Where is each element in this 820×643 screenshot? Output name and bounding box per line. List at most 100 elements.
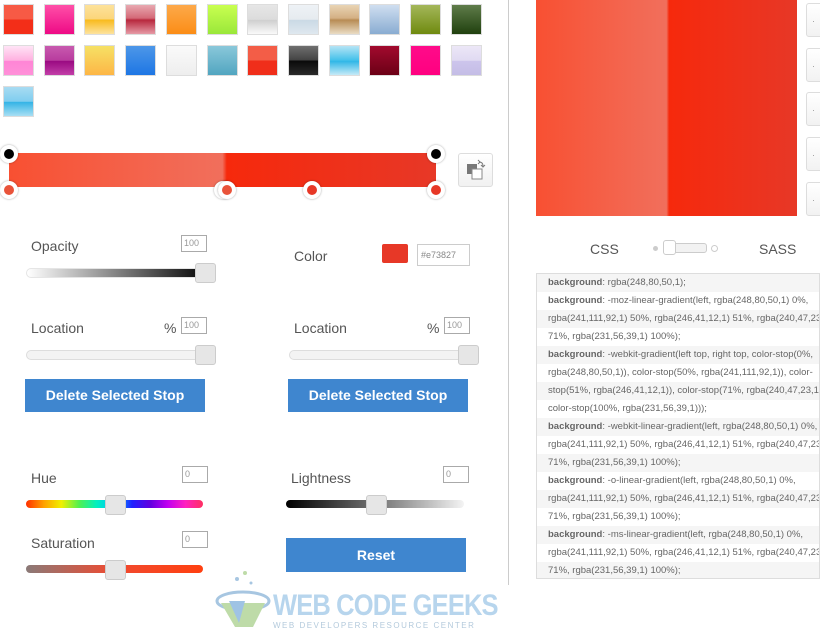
watermark-subtitle: WEB DEVELOPERS RESOURCE CENTER bbox=[273, 621, 476, 630]
preset-red-glossy[interactable] bbox=[3, 4, 34, 35]
color-stop-dot bbox=[4, 185, 14, 195]
code-property: background bbox=[548, 475, 603, 486]
code-line: color-stop(100%, rgba(231,56,39,1))); bbox=[537, 400, 819, 418]
preset-red-split[interactable] bbox=[247, 45, 279, 76]
code-property: background bbox=[548, 295, 603, 306]
preset-olive[interactable] bbox=[410, 4, 441, 35]
preset-hot-pink[interactable] bbox=[410, 45, 441, 76]
code-value: rgba(241,111,92,1) 50%, rgba(246,41,12,1… bbox=[548, 547, 820, 558]
opacity-slider[interactable] bbox=[26, 268, 211, 278]
lightness-value-input[interactable]: 0 bbox=[443, 466, 469, 483]
code-line: rgba(241,111,92,1) 50%, rgba(246,41,12,1… bbox=[537, 544, 819, 562]
code-line: 71%, rgba(231,56,39,1) 100%); bbox=[537, 328, 819, 346]
color-stop[interactable] bbox=[427, 181, 445, 199]
opacity-label: Opacity bbox=[31, 238, 79, 254]
opacity-stop-dot bbox=[431, 149, 441, 159]
side-tool-5-button[interactable]: · bbox=[806, 181, 820, 216]
preset-magenta[interactable] bbox=[43, 45, 75, 76]
preset-black-glossy[interactable] bbox=[287, 45, 319, 76]
code-line: 71%, rgba(231,56,39,1) 100%); bbox=[537, 508, 819, 526]
saturation-value-input[interactable]: 0 bbox=[182, 531, 208, 548]
side-tool-3-button[interactable]: · bbox=[806, 92, 820, 127]
opacity-location-thumb[interactable] bbox=[195, 345, 216, 365]
code-property: background bbox=[548, 349, 603, 360]
hue-value-input[interactable]: 0 bbox=[182, 466, 208, 483]
color-stop[interactable] bbox=[217, 181, 236, 199]
code-line: background: -o-linear-gradient(left, rgb… bbox=[537, 472, 819, 490]
preset-lime[interactable] bbox=[206, 4, 238, 35]
preset-sand[interactable] bbox=[328, 4, 360, 35]
swap-button[interactable] bbox=[458, 153, 493, 187]
code-line: rgba(241,111,92,1) 50%, rgba(246,41,12,1… bbox=[537, 310, 819, 328]
saturation-label: Saturation bbox=[31, 535, 95, 551]
color-location-thumb[interactable] bbox=[458, 345, 479, 365]
code-value: : -webkit-linear-gradient(left, rgba(248… bbox=[602, 421, 818, 432]
color-stop-dot bbox=[221, 185, 232, 195]
preset-blue[interactable] bbox=[125, 45, 157, 76]
preset-silver[interactable] bbox=[247, 4, 279, 35]
opacity-location-input[interactable]: 100 bbox=[181, 317, 207, 334]
preset-sky-glossy[interactable] bbox=[328, 45, 360, 76]
sass-label[interactable]: SASS bbox=[759, 241, 796, 257]
color-location-slider[interactable] bbox=[289, 350, 474, 360]
opacity-stop[interactable] bbox=[427, 145, 445, 163]
preset-teal[interactable] bbox=[206, 45, 238, 76]
side-tool-1-button[interactable]: · bbox=[806, 3, 820, 37]
code-line: background: -webkit-gradient(left top, r… bbox=[537, 346, 819, 364]
opacity-location-unit: % bbox=[164, 320, 177, 336]
css-output-code[interactable]: background: rgba(248,80,50,1); background… bbox=[536, 273, 820, 579]
code-value: color-stop(100%, rgba(231,56,39,1))); bbox=[548, 403, 707, 414]
color-stop-dot bbox=[307, 185, 318, 195]
side-tool-3-icon: · bbox=[812, 105, 815, 116]
code-line: background: -moz-linear-gradient(left, r… bbox=[537, 292, 819, 310]
hue-slider-thumb[interactable] bbox=[105, 495, 126, 515]
color-location-unit: % bbox=[427, 320, 440, 336]
code-line: stop(51%, rgba(246,41,12,1)), color-stop… bbox=[537, 382, 819, 400]
sass-dot bbox=[711, 245, 718, 252]
preset-rose-glossy[interactable] bbox=[125, 4, 157, 35]
code-value: 71%, rgba(231,56,39,1) 100%); bbox=[548, 331, 681, 342]
color-stop[interactable] bbox=[0, 181, 18, 199]
color-location-input[interactable]: 100 bbox=[444, 317, 470, 334]
preset-orange[interactable] bbox=[165, 4, 197, 35]
preset-light-pink[interactable] bbox=[3, 45, 34, 76]
preset-crimson[interactable] bbox=[369, 45, 401, 76]
lightness-slider-thumb[interactable] bbox=[366, 495, 387, 515]
side-tool-2-button[interactable]: · bbox=[806, 47, 820, 82]
color-stop[interactable] bbox=[303, 181, 322, 199]
opacity-value-input[interactable]: 100 bbox=[181, 235, 207, 252]
watermark-title: WEB CODE GEEKS bbox=[273, 589, 499, 622]
opacity-location-slider[interactable] bbox=[26, 350, 211, 360]
delete-opacity-stop-button[interactable]: Delete Selected Stop bbox=[25, 379, 205, 412]
side-tool-1-icon: · bbox=[812, 16, 815, 26]
preset-white[interactable] bbox=[165, 45, 197, 76]
preset-dark-green[interactable] bbox=[450, 4, 482, 35]
hex-color-input[interactable]: #e73827 bbox=[417, 244, 470, 266]
code-line: rgba(248,80,50,1)), color-stop(50%, rgba… bbox=[537, 364, 819, 382]
code-value: rgba(241,111,92,1) 50%, rgba(246,41,12,1… bbox=[548, 493, 820, 504]
code-value: 71%, rgba(231,56,39,1) 100%); bbox=[548, 511, 681, 522]
preset-aqua-glossy[interactable] bbox=[3, 86, 34, 117]
code-property: background bbox=[548, 529, 603, 540]
preset-steel-blue[interactable] bbox=[369, 4, 401, 35]
css-sass-toggle-thumb[interactable] bbox=[663, 240, 676, 255]
code-value: 71%, rgba(231,56,39,1) 100%); bbox=[548, 457, 681, 468]
preset-yellow-glossy[interactable] bbox=[84, 4, 116, 35]
side-tool-4-button[interactable]: · bbox=[806, 137, 820, 172]
code-line: 71%, rgba(231,56,39,1) 100%); bbox=[537, 454, 819, 472]
preset-ice[interactable] bbox=[287, 4, 319, 35]
saturation-slider-thumb[interactable] bbox=[105, 560, 126, 580]
preset-gold[interactable] bbox=[84, 45, 116, 76]
css-label[interactable]: CSS bbox=[590, 241, 619, 257]
code-value: : -webkit-gradient(left top, right top, … bbox=[602, 349, 814, 360]
css-dot bbox=[653, 246, 658, 251]
code-value: rgba(248,80,50,1)), color-stop(50%, rgba… bbox=[548, 367, 813, 378]
swap-colors-icon bbox=[467, 159, 486, 180]
preset-pink[interactable] bbox=[43, 4, 75, 35]
opacity-stop[interactable] bbox=[0, 145, 18, 163]
preset-lavender[interactable] bbox=[450, 45, 482, 76]
opacity-slider-thumb[interactable] bbox=[195, 263, 216, 283]
color-swatch[interactable] bbox=[382, 244, 408, 263]
code-value: rgba(241,111,92,1) 50%, rgba(246,41,12,1… bbox=[548, 313, 820, 324]
delete-color-stop-button[interactable]: Delete Selected Stop bbox=[288, 379, 468, 412]
